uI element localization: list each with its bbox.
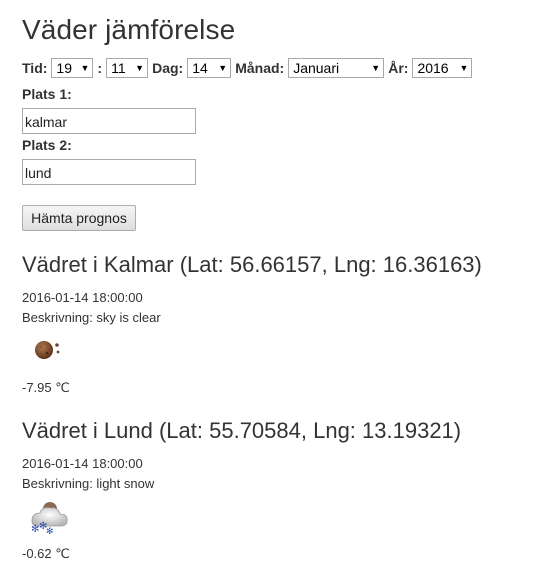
dropdown-arrow-icon: ▼ — [459, 63, 469, 73]
result-temperature-lund: -0.62 ℃ — [22, 546, 70, 561]
svg-text:✻: ✻ — [46, 527, 54, 535]
result-datetime-kalmar: 2016-01-14 18:00:00 — [22, 290, 143, 305]
dropdown-arrow-icon: ▼ — [371, 63, 381, 73]
hour-select[interactable]: 19 ▼ — [51, 58, 94, 78]
time-separator: : — [97, 60, 103, 76]
day-select[interactable]: 14 ▼ — [187, 58, 232, 78]
minute-select[interactable]: 11 ▼ — [106, 58, 149, 78]
fetch-forecast-button[interactable]: Hämta prognos — [22, 205, 136, 231]
place2-label: Plats 2: — [22, 137, 72, 153]
place2-input[interactable]: lund — [22, 159, 196, 185]
result-description-lund: Beskrivning: light snow — [22, 476, 155, 491]
night-clear-icon — [22, 333, 72, 370]
month-label: Månad: — [235, 60, 285, 76]
time-label: Tid: — [22, 60, 48, 76]
result-datetime-lund: 2016-01-14 18:00:00 — [22, 456, 143, 471]
year-label: År: — [388, 60, 409, 76]
page-title: Väder jämförelse — [22, 14, 236, 45]
result-description-kalmar: Beskrivning: sky is clear — [22, 310, 161, 325]
result-temperature-kalmar: -7.95 ℃ — [22, 380, 70, 395]
place1-input[interactable]: kalmar — [22, 108, 196, 134]
result-heading-lund: Vädret i Lund (Lat: 55.70584, Lng: 13.19… — [22, 418, 462, 443]
dropdown-arrow-icon: ▼ — [135, 63, 145, 73]
day-label: Dag: — [152, 60, 184, 76]
year-select[interactable]: 2016 ▼ — [412, 58, 473, 78]
night-snow-icon: ✻ ✻ ✻ — [22, 499, 74, 538]
result-heading-kalmar: Vädret i Kalmar (Lat: 56.66157, Lng: 16.… — [22, 252, 482, 277]
month-select[interactable]: Januari ▼ — [288, 58, 385, 78]
dropdown-arrow-icon: ▼ — [218, 63, 228, 73]
dropdown-arrow-icon: ▼ — [80, 63, 90, 73]
place1-label: Plats 1: — [22, 86, 72, 102]
datetime-row: Tid: 19 ▼ : 11 ▼ Dag: 14 ▼ Månad: Januar… — [22, 58, 473, 78]
